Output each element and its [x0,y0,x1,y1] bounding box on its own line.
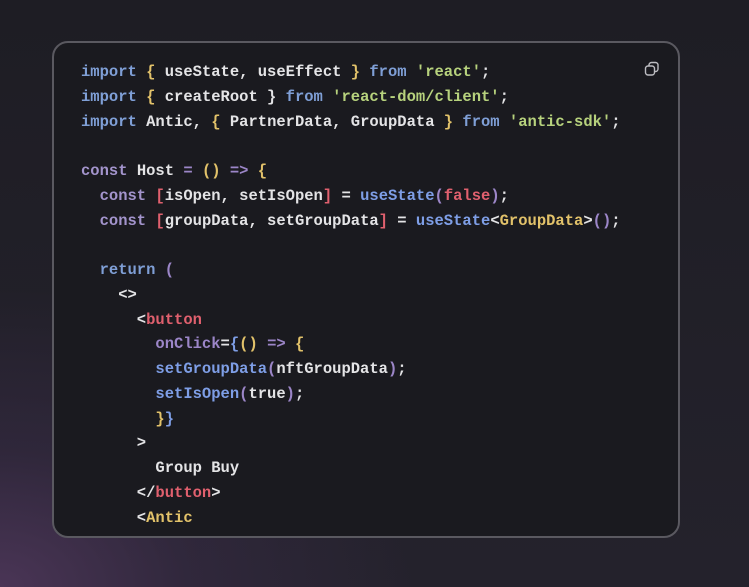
code-token: </ [81,483,156,502]
code-line: import { useState, useEffect } from 'rea… [81,60,621,85]
code-token: > [81,434,147,453]
code-token: } [81,409,165,428]
code-token: setGroupData [81,360,268,378]
code-line: import Antic, { PartnerData, GroupData }… [81,110,621,135]
code-token: GroupData [499,211,584,230]
code-token: useState [360,186,435,205]
code-token: = [183,162,202,180]
code-token: [ [155,186,165,205]
code-token: ( [267,360,277,378]
code-token: import [81,112,147,131]
code-token: > [211,483,221,502]
code-token: return [81,261,165,279]
code-token: isOpen, setIsOpen [164,186,323,205]
code-token: = [220,335,230,354]
code-token: { [229,335,240,354]
code-token: ; [611,112,621,131]
code-token: Antic, [146,112,212,131]
code-token: ( [164,261,175,279]
code-token: ; [294,384,305,403]
code-token: PartnerData, GroupData [229,112,444,131]
code-token: } [350,63,370,81]
code-token: createRoot } [164,87,286,106]
code-line: Group Buy [81,456,621,481]
code-token: onClick [81,335,221,354]
code-token: 'react' [415,63,482,81]
code-token: const [81,186,156,205]
code-token: nftGroupData [276,360,388,378]
code-token: => [267,335,295,354]
code-token: { [146,87,165,106]
code-token: ) [387,360,398,378]
code-token: ; [397,360,407,378]
code-token: { [294,335,305,354]
code-token: Group Buy [81,459,240,477]
code-token: { [146,63,165,81]
code-block: import { useState, useEffect } from 'rea… [52,41,680,538]
code-token: setIsOpen [81,384,240,403]
code-token: ) [285,384,295,403]
code-content: import { useState, useEffect } from 'rea… [81,60,621,530]
code-token: from [462,112,509,131]
copy-icon[interactable] [644,61,660,77]
code-token: 'antic-sdk' [508,112,612,131]
code-token: ; [499,87,509,106]
code-token: useState [415,211,491,230]
code-token: () [239,335,268,354]
code-token: { [211,112,230,131]
code-token: true [248,384,286,403]
code-token: const [81,162,137,180]
code-line: import { createRoot } from 'react-dom/cl… [81,85,621,110]
code-line: const [isOpen, setIsOpen] = useState(fal… [81,184,621,209]
code-line: <> [81,283,621,308]
code-line: <button [81,308,621,333]
code-token: { [257,162,268,180]
code-token: } [443,112,463,131]
code-line: onClick={() => { [81,332,621,357]
code-token: button [155,483,212,502]
code-token: import [81,63,147,81]
code-token: () [592,211,612,230]
code-token: import [81,87,147,106]
code-line: const [groupData, setGroupData] = useSta… [81,209,621,234]
code-line: setIsOpen(true); [81,382,621,407]
code-token: from [369,63,416,81]
code-token: < [490,211,500,230]
code-token: ; [481,63,491,81]
code-token: ) [490,186,500,205]
code-line: const Host = () => { [81,159,621,184]
code-line: return ( [81,258,621,283]
code-token: ( [434,186,444,205]
code-token: => [229,162,258,180]
code-line: }} [81,407,621,432]
code-token: [ [155,211,165,230]
code-token: const [81,211,156,230]
code-token: ; [499,186,509,205]
code-token: <> [81,285,137,304]
code-line: <Antic [81,506,621,531]
code-token: ] [378,211,388,230]
code-token: Antic [146,508,193,527]
code-token: () [201,162,230,180]
code-token: button [146,310,202,329]
code-token: = [387,211,416,230]
code-line: setGroupData(nftGroupData); [81,357,621,382]
code-token: = [332,186,361,205]
code-token: < [81,508,147,527]
code-token: ; [611,211,621,230]
code-token: Host [136,162,184,180]
code-token: from [285,87,333,106]
code-token: groupData, setGroupData [164,211,379,230]
code-token: 'react-dom/client' [332,87,500,106]
code-token: false [443,186,491,205]
code-token: ] [322,186,333,205]
code-token: } [164,409,175,428]
code-token: < [81,310,147,329]
code-line: </button> [81,481,621,506]
code-token: useState, useEffect [164,63,351,81]
code-token: > [583,211,593,230]
code-line: > [81,431,621,456]
